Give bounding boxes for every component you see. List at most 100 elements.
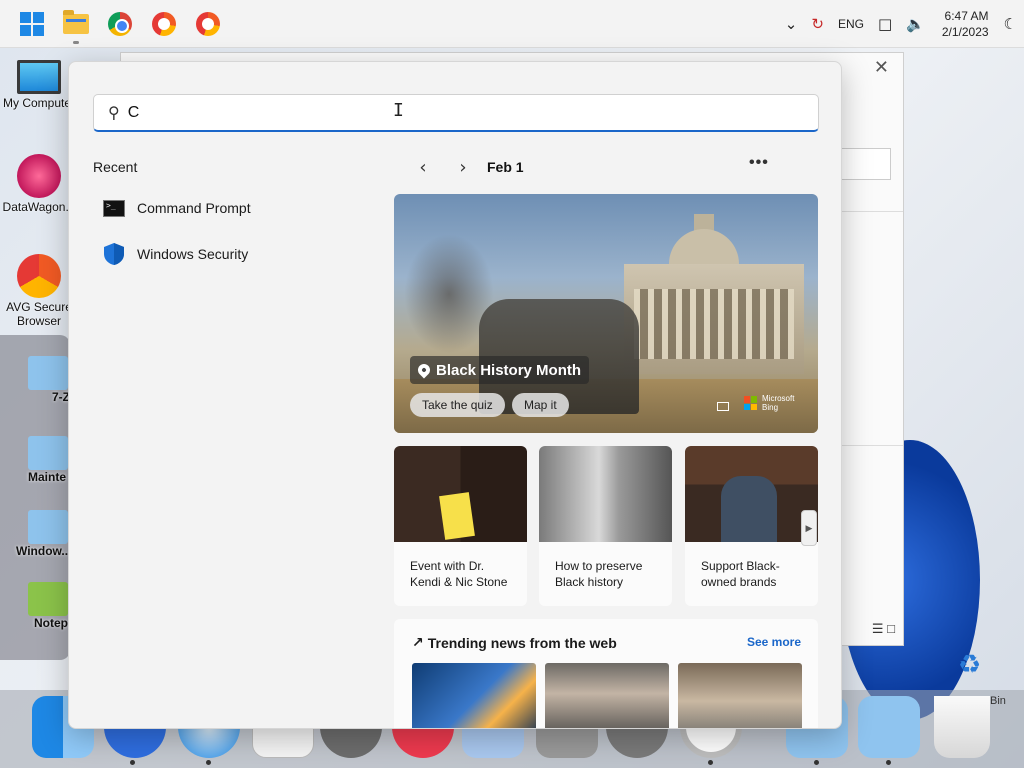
story-card[interactable]: How to preserve Black history [539,446,672,606]
bing-brand-text: Microsoft Bing [762,394,795,412]
running-indicator [130,760,135,765]
microsoft-bing-logo: Microsoft Bing [744,394,802,412]
previous-arrow-icon[interactable]: ‹ [403,157,443,178]
story-card[interactable]: Support Black-owned brands [685,446,818,606]
trending-news-section: ↗ Trending news from the web See more [394,619,818,728]
avg-browser-button-2[interactable] [186,2,230,46]
desktop-icon-label: AVG Secure Browser [6,300,72,328]
location-pin-icon [415,361,433,379]
datawagon-icon [17,154,61,198]
view-toggle-icons[interactable]: ☰ □ [872,621,895,637]
divider [841,445,903,446]
map-it-button[interactable]: Map it [512,393,569,417]
search-input[interactable] [127,103,778,122]
recycle-bin-label: Bin [990,695,1006,707]
side-item-notepad[interactable]: Notep [6,582,70,630]
side-item-label: Mainte [28,470,67,484]
file-explorer-button[interactable] [54,2,98,46]
trending-arrow-icon: ↗ [412,635,424,651]
system-tray: ⌄ ↻ ENG □ 🔈 6:47 AM 2/1/2023 ☾ [778,0,1024,48]
more-options-button[interactable]: ••• [749,154,769,172]
highlights-date: Feb 1 [487,159,524,175]
folder-icon [28,436,68,470]
story-card-image [539,446,672,542]
side-item-maintenance[interactable]: Mainte [6,436,70,484]
focus-moon-icon[interactable]: ☾ [1004,15,1017,33]
desktop-icon-my-computer[interactable]: My Computer [0,60,78,110]
running-indicator [206,760,211,765]
folder-icon [28,510,68,544]
windows-logo-icon [20,11,44,36]
language-indicator[interactable]: ENG [838,17,864,31]
recent-item-label: Command Prompt [137,200,251,216]
divider [841,211,903,212]
cards-next-arrow-icon[interactable]: ▶ [801,510,817,546]
next-arrow-icon[interactable]: › [443,157,483,178]
folder-icon [28,356,68,390]
story-card-caption: Event with Dr. Kendi & Nic Stone [410,559,508,589]
story-card-image [394,446,527,542]
clock-time: 6:47 AM [944,9,989,23]
trending-news-image[interactable] [545,663,669,728]
notepad-icon [28,582,68,616]
search-icon: ⚲ [108,103,120,122]
desktop-icon-datawagon[interactable]: DataWagon... [0,154,78,214]
story-card[interactable]: Event with Dr. Kendi & Nic Stone [394,446,527,606]
desktop-icon-label: DataWagon... [2,200,76,214]
running-indicator [886,760,891,765]
trending-title: Trending news from the web [427,635,617,651]
wallpaper-info-icon[interactable] [717,402,729,411]
side-item-windows[interactable]: Window... [6,510,72,558]
windows-security-shield-icon [104,243,124,265]
network-icon[interactable]: □ [878,15,892,33]
recent-heading: Recent [93,159,138,175]
highlights-nav: ‹ › Feb 1 [403,154,524,180]
story-card-caption: How to preserve Black history [555,559,643,589]
story-card-caption: Support Black-owned brands [701,559,780,589]
hero-image-columns [634,289,794,359]
dock-folder-icon[interactable] [858,696,920,758]
trending-news-image[interactable] [678,663,802,728]
text-cursor-icon: I [393,100,404,121]
sync-icon[interactable]: ↻ [811,15,824,33]
volume-icon[interactable]: 🔈 [906,15,925,33]
chrome-icon [108,11,132,36]
desktop-icon-label: My Computer [2,96,76,110]
avg-secure-browser-icon [17,254,61,298]
start-search-panel: ⚲ I Recent Command Prompt Windows Securi… [68,61,842,729]
hero-card-black-history-month[interactable]: Black History Month Take the quiz Map it… [394,194,818,433]
trending-heading: ↗ Trending news from the web [412,635,617,651]
side-item-label: Window... [16,544,72,558]
show-hidden-icons-chevron-icon[interactable]: ⌄ [785,15,798,33]
start-button[interactable] [10,2,54,46]
clock-date: 2/1/2023 [941,25,989,39]
recycle-icon[interactable]: ♻ [958,650,992,684]
see-more-link[interactable]: See more [747,635,801,649]
take-quiz-button[interactable]: Take the quiz [410,393,505,417]
running-indicator [814,760,819,765]
running-indicator [73,40,79,44]
background-window-field[interactable] [841,148,891,180]
avg-secure-browser-icon [196,11,220,36]
microsoft-logo-icon [744,396,758,410]
side-item-label: Notep [34,616,68,630]
command-prompt-icon [103,199,125,217]
clock[interactable]: 6:47 AM 2/1/2023 [942,8,989,40]
desktop-icon-avg-browser[interactable]: AVG Secure Browser [0,254,78,328]
search-box[interactable]: ⚲ [93,94,819,132]
hero-title-badge: Black History Month [410,356,590,384]
taskbar: ⌄ ↻ ENG □ 🔈 6:47 AM 2/1/2023 ☾ [0,0,1024,48]
running-indicator [708,760,713,765]
recent-item-command-prompt[interactable]: Command Prompt [103,192,251,224]
avg-browser-button[interactable] [142,2,186,46]
chrome-button[interactable] [98,2,142,46]
recent-item-label: Windows Security [137,246,249,262]
close-icon[interactable]: ✕ [874,57,889,78]
hero-title: Black History Month [436,361,582,379]
recent-item-windows-security[interactable]: Windows Security [103,238,248,270]
computer-icon [17,60,61,94]
trash-icon[interactable] [934,696,990,758]
file-explorer-icon [63,9,89,34]
side-item-7zip[interactable]: 7-Z [6,356,70,404]
trending-news-image[interactable] [412,663,536,728]
